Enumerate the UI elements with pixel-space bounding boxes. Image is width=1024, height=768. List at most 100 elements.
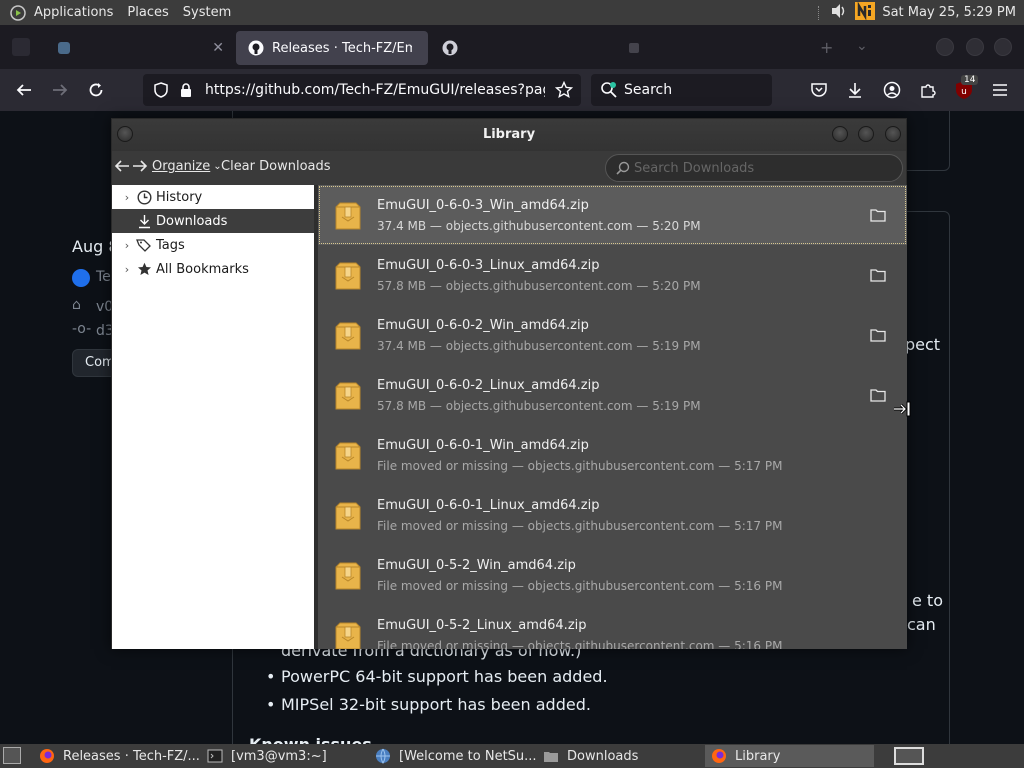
menu-applications[interactable]: Applications (27, 5, 120, 20)
bookmark-star-icon[interactable] (554, 80, 574, 103)
sidebar-item-all-bookmarks[interactable]: › All Bookmarks (112, 257, 314, 281)
download-item[interactable]: EmuGUI_0-5-2_Win_amd64.zip File moved or … (318, 545, 907, 605)
tracking-protection-shield-icon[interactable] (153, 82, 169, 102)
menu-system[interactable]: System (176, 5, 238, 20)
download-item[interactable]: EmuGUI_0-6-0-2_Win_amd64.zip 37.4 MB — ob… (318, 305, 907, 365)
tab-label: Releases · Tech-FZ/EmuGUI (272, 40, 412, 56)
clear-downloads-button[interactable]: Clear Downloads (221, 159, 331, 174)
account-icon[interactable] (881, 79, 903, 101)
volume-icon[interactable] (830, 3, 848, 23)
zip-file-icon (334, 261, 362, 291)
taskbar-item-downloads-folder[interactable]: Downloads (537, 745, 703, 767)
tab-4[interactable] (614, 31, 794, 65)
author-name[interactable]: Te (96, 269, 111, 285)
new-tab-icon[interactable]: + (820, 38, 833, 57)
browser-maximize-button[interactable] (966, 38, 984, 56)
taskbar-item-terminal[interactable]: [vm3@vm3:~] (201, 745, 367, 767)
taskbar-item-netsurf[interactable]: [Welcome to NetSu... (369, 745, 537, 767)
bullet-dot: • (266, 695, 276, 714)
taskbar-item-label: [vm3@vm3:~] (231, 748, 327, 764)
zip-file-icon (334, 201, 362, 231)
bottom-taskbar: Releases · Tech-FZ/... [vm3@vm3:~] [Welc… (0, 744, 1024, 768)
tab-3[interactable] (430, 31, 610, 65)
url-bar[interactable]: https://github.com/Tech-FZ/EmuGUI/releas… (143, 74, 581, 106)
pocket-icon[interactable] (808, 79, 830, 101)
show-desktop-icon[interactable] (3, 747, 21, 764)
release-note-item: PowerPC 64-bit support has been added. (281, 667, 608, 686)
extensions-puzzle-icon[interactable] (917, 79, 939, 101)
show-in-folder-icon[interactable] (870, 387, 886, 402)
show-in-folder-icon[interactable] (870, 267, 886, 282)
organize-menu-button[interactable]: Organize ⌄ (152, 159, 222, 174)
show-in-folder-icon[interactable] (870, 327, 886, 342)
url-text[interactable]: https://github.com/Tech-FZ/EmuGUI/releas… (205, 82, 545, 98)
search-engine-icon[interactable] (600, 81, 618, 99)
library-back-icon[interactable] (114, 159, 130, 173)
zip-file-icon (334, 561, 362, 591)
browser-tabstrip: ✕ Releases · Tech-FZ/EmuGUI + ⌄ (0, 25, 1024, 69)
library-minimize-button[interactable] (832, 126, 848, 142)
sidebar-item-label: Downloads (156, 213, 228, 229)
panel-separator (818, 5, 824, 20)
reload-icon[interactable] (85, 79, 107, 101)
firefox-view-icon[interactable] (12, 38, 30, 56)
taskbar-item-label: [Welcome to NetSu... (399, 748, 537, 764)
download-details: 37.4 MB — objects.githubusercontent.com … (377, 339, 701, 353)
search-downloads-input[interactable]: Search Downloads (605, 154, 903, 182)
window-menu-button[interactable] (117, 126, 133, 142)
library-close-button[interactable] (885, 126, 901, 142)
browser-close-button[interactable] (994, 38, 1012, 56)
tab-favicon-icon (56, 40, 72, 56)
download-item[interactable]: EmuGUI_0-5-2_Linux_amd64.zip File moved o… (318, 605, 907, 649)
clock-datetime[interactable]: Sat May 25, 5:29 PM (882, 5, 1016, 20)
sidebar-item-label: Tags (156, 237, 185, 253)
menu-places[interactable]: Places (120, 5, 175, 20)
download-item[interactable]: EmuGUI_0-6-0-1_Linux_amd64.zip File moved… (318, 485, 907, 545)
back-icon[interactable] (13, 79, 35, 101)
download-item[interactable]: EmuGUI_0-6-0-2_Linux_amd64.zip 57.8 MB — … (318, 365, 907, 425)
expand-chevron-icon[interactable]: › (120, 191, 134, 204)
expand-chevron-icon[interactable]: › (120, 239, 134, 252)
sidebar-item-downloads[interactable]: Downloads (112, 209, 314, 233)
browser-minimize-button[interactable] (936, 38, 954, 56)
sidebar-item-history[interactable]: › History (112, 185, 314, 209)
tab-releases[interactable]: Releases · Tech-FZ/EmuGUI (236, 31, 428, 65)
download-filename: EmuGUI_0-6-0-3_Win_amd64.zip (377, 198, 589, 213)
github-icon (248, 40, 264, 56)
applications-logo-icon[interactable] (9, 4, 27, 22)
sidebar-item-label: All Bookmarks (156, 261, 249, 277)
download-details: 57.8 MB — objects.githubusercontent.com … (377, 279, 701, 293)
library-sidebar: › History Downloads › Tags › All Bookmar… (112, 185, 314, 649)
downloads-icon[interactable] (844, 79, 866, 101)
close-icon[interactable]: ✕ (212, 40, 224, 56)
download-filename: EmuGUI_0-6-0-1_Linux_amd64.zip (377, 498, 600, 513)
sidebar-item-tags[interactable]: › Tags (112, 233, 314, 257)
taskbar-item-firefox-releases[interactable]: Releases · Tech-FZ/... (33, 745, 201, 767)
download-details: File moved or missing — objects.githubus… (377, 639, 783, 649)
library-maximize-button[interactable] (858, 126, 874, 142)
download-filename: EmuGUI_0-5-2_Win_amd64.zip (377, 558, 576, 573)
download-filename: EmuGUI_0-6-0-2_Linux_amd64.zip (377, 378, 600, 393)
library-toolbar: Organize ⌄ Clear Downloads Search Downlo… (112, 151, 906, 185)
list-all-tabs-icon[interactable]: ⌄ (856, 38, 868, 54)
hamburger-menu-icon[interactable] (989, 79, 1011, 101)
download-item[interactable]: EmuGUI_0-6-0-3_Linux_amd64.zip 57.8 MB — … (318, 245, 907, 305)
tag-icon-page: ⌂ (72, 297, 81, 313)
download-item[interactable]: EmuGUI_0-6-0-1_Win_amd64.zip File moved o… (318, 425, 907, 485)
page-text-fragment: can (907, 615, 936, 634)
download-details: File moved or missing — objects.githubus… (377, 579, 783, 593)
expand-chevron-icon[interactable]: › (120, 263, 134, 276)
bullet-dot: • (266, 667, 276, 686)
tab-1[interactable]: ✕ (44, 31, 234, 65)
workspace-switcher[interactable] (894, 747, 924, 765)
forward-icon[interactable] (49, 79, 71, 101)
search-bar[interactable]: Search (591, 74, 772, 106)
network-icon[interactable] (854, 0, 876, 26)
show-in-folder-icon[interactable] (870, 207, 886, 222)
tag-icon (136, 237, 152, 253)
svg-text:u: u (961, 87, 967, 97)
download-item[interactable]: EmuGUI_0-6-0-3_Win_amd64.zip 37.4 MB — ob… (318, 185, 907, 245)
lock-icon[interactable] (179, 82, 193, 102)
taskbar-item-library[interactable]: Library (705, 745, 874, 767)
library-forward-icon[interactable] (132, 159, 148, 173)
